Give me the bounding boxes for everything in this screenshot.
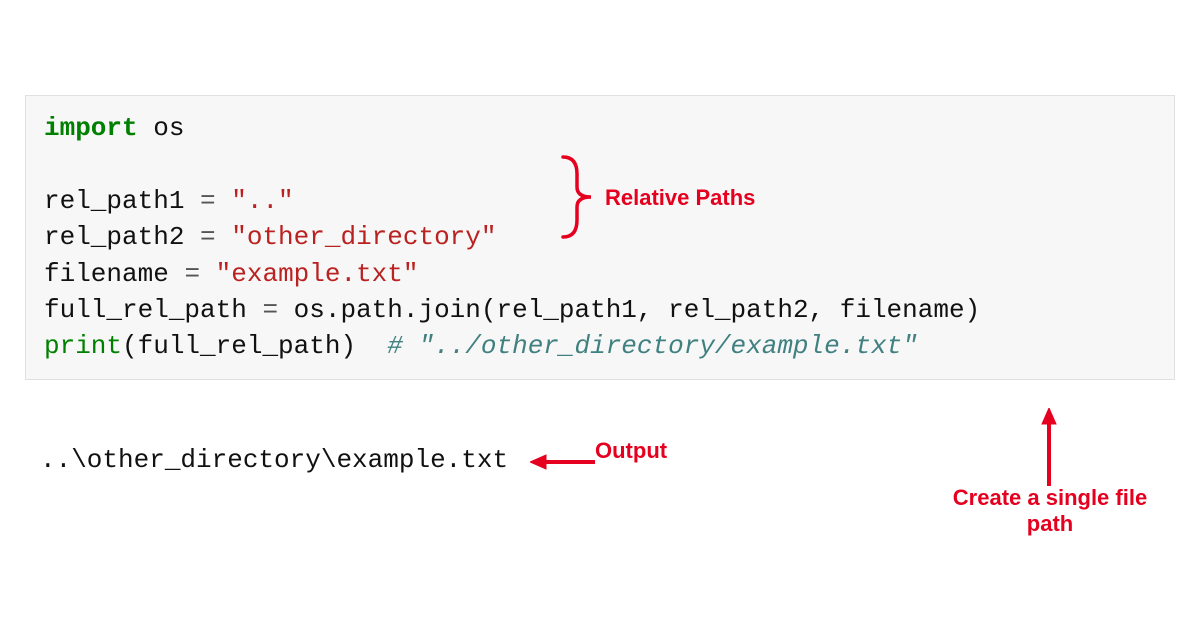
annotation-relative-paths: Relative Paths <box>605 185 755 211</box>
var-filename: filename <box>44 259 184 289</box>
assign-op: = <box>262 295 293 325</box>
annotation-single-path: Create a single file path <box>940 485 1160 538</box>
string-dotdot: ".." <box>231 186 293 216</box>
builtin-print: print <box>44 331 122 361</box>
string-example: "example.txt" <box>216 259 419 289</box>
string-otherdir: "other_directory" <box>231 222 496 252</box>
var-relpath1: rel_path1 <box>44 186 200 216</box>
annotation-output: Output <box>595 438 667 464</box>
var-fullpath: full_rel_path <box>44 295 262 325</box>
assign-op: = <box>200 186 231 216</box>
code-line-4: filename = "example.txt" <box>44 256 1156 292</box>
arrow-up-icon <box>1039 408 1059 486</box>
var-relpath2: rel_path2 <box>44 222 200 252</box>
code-line-5: full_rel_path = os.path.join(rel_path1, … <box>44 292 1156 328</box>
keyword-import: import <box>44 113 138 143</box>
print-args: (full_rel_path) <box>122 331 387 361</box>
module-os: os <box>138 113 185 143</box>
output-text: ..\other_directory\example.txt <box>40 445 508 475</box>
code-line-6: print(full_rel_path) # "../other_directo… <box>44 328 1156 364</box>
os-path-join-call: os.path.join(rel_path1, rel_path2, filen… <box>294 295 981 325</box>
code-line-1: import os <box>44 110 1156 146</box>
assign-op: = <box>200 222 231 252</box>
arrow-left-icon <box>530 452 595 472</box>
assign-op: = <box>184 259 215 289</box>
comment-expected: # "../other_directory/example.txt" <box>387 331 918 361</box>
curly-brace-icon <box>555 152 605 242</box>
